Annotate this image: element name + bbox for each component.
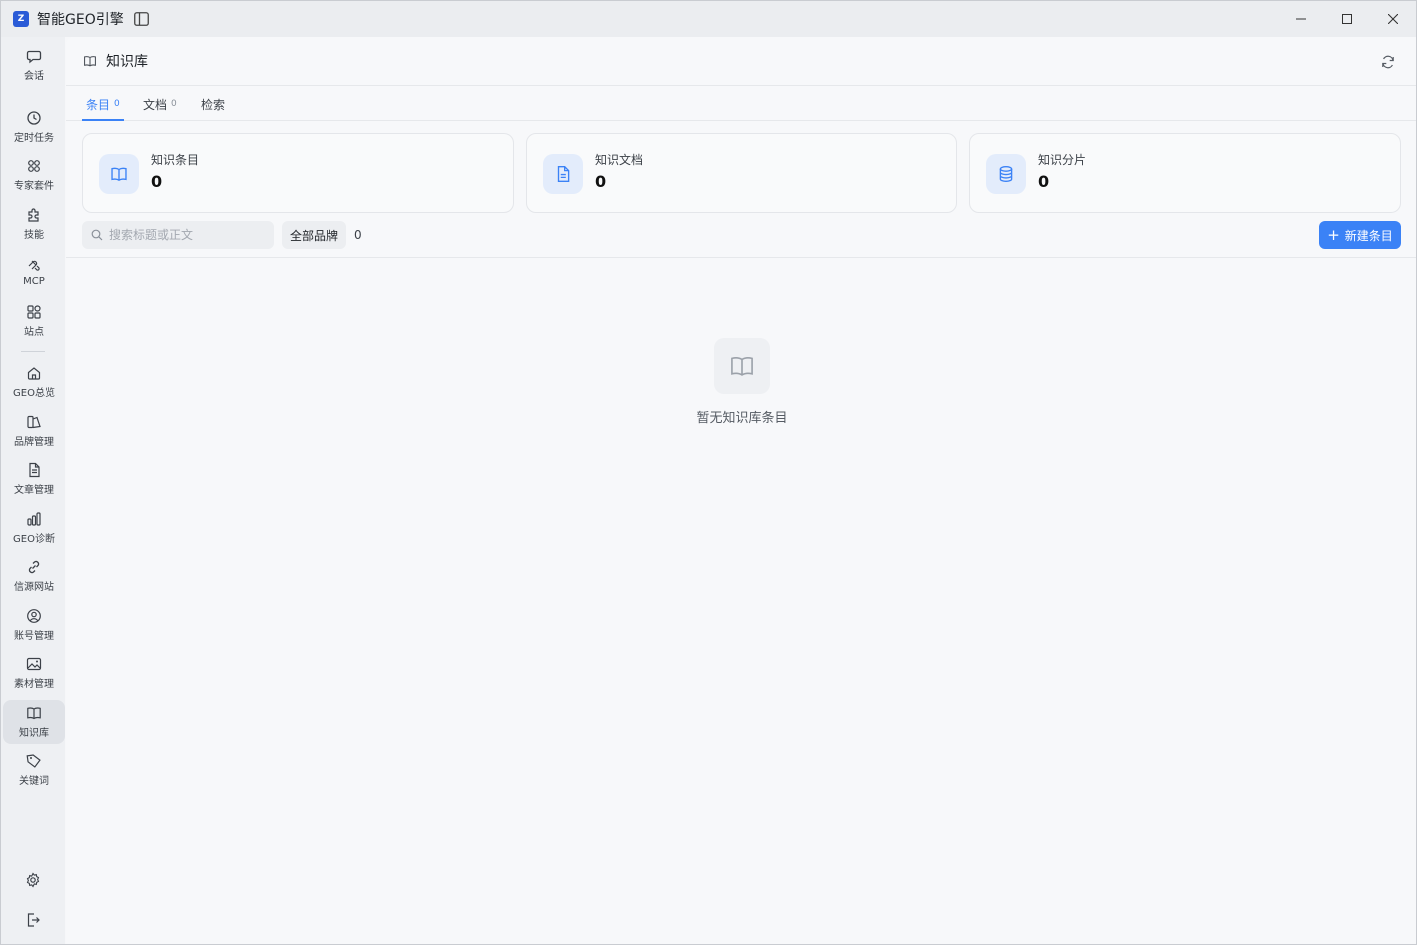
nav-item-media-management[interactable]: 素材管理 (3, 651, 65, 695)
nav-item-skills[interactable]: 技能 (3, 202, 65, 246)
new-entry-label: 新建条目 (1344, 228, 1393, 243)
nav-item-source-sites[interactable]: 信源网站 (3, 554, 65, 598)
book-icon (83, 54, 97, 68)
logout-icon (27, 913, 40, 927)
nav-item-label: 信源网站 (14, 582, 54, 593)
nav-item-account-management[interactable]: 账号管理 (3, 603, 65, 647)
empty-state-text: 暂无知识库条目 (696, 411, 788, 426)
nav-item-brand-management[interactable]: 品牌管理 (3, 409, 65, 453)
new-entry-button[interactable]: + 新建条目 (1319, 221, 1401, 249)
page-title: 知识库 (106, 54, 148, 70)
puzzle-icon (28, 208, 39, 222)
nav-item-scheduled-tasks[interactable]: 定时任务 (3, 105, 65, 149)
nav-item-chat[interactable]: 会话 (3, 43, 65, 87)
stat-label: 知识文档 (595, 153, 644, 167)
search-icon (91, 229, 103, 241)
tab-count: 0 (171, 99, 177, 109)
settings-icon (26, 872, 40, 888)
tab-label: 条目 (86, 97, 111, 112)
book-icon (27, 707, 41, 720)
title-bar: Z 智能GEO引擎 (1, 1, 1416, 37)
maximize-button[interactable] (1324, 1, 1370, 37)
document-icon (29, 462, 40, 478)
tab-bar: 条目 0 文档 0 检索 (66, 87, 1416, 121)
main-panel: 知识库 条目 0 文档 0 检索 知识条目 0 知识文档 0 知识分片 0 搜索… (66, 37, 1416, 944)
app-logo: Z (13, 11, 29, 27)
nav-item-label: 账号管理 (14, 631, 54, 642)
nav-item-mcp[interactable]: MCP (3, 250, 65, 294)
stat-card-entries: 知识条目 0 (82, 133, 514, 213)
tab-label: 文档 (143, 97, 168, 112)
link-icon (28, 560, 40, 574)
nav-item-label: GEO总览 (13, 388, 55, 399)
empty-state-book-icon (714, 338, 770, 394)
clock-icon (27, 111, 41, 125)
bar-chart-icon (27, 512, 41, 526)
brand-icon (27, 415, 41, 429)
file-text-icon (543, 154, 583, 194)
nav-divider (21, 351, 45, 352)
stat-card-chunks: 知识分片 0 (969, 133, 1401, 213)
chat-icon (26, 50, 42, 64)
nav-item-keywords[interactable]: 关键词 (3, 748, 65, 792)
tab-search[interactable]: 检索 (201, 87, 225, 121)
nav-item-label: 文章管理 (14, 485, 54, 496)
nav-item-geo-overview[interactable]: GEO总览 (3, 360, 65, 404)
mcp-icon (28, 260, 40, 271)
nav-item-label: 关键词 (19, 776, 49, 787)
nav-item-sites[interactable]: 站点 (3, 299, 65, 343)
active-tab-indicator (82, 119, 124, 121)
nav-item-label: 专家套件 (14, 181, 54, 192)
tab-label: 检索 (201, 97, 226, 112)
stat-value: 0 (1038, 172, 1050, 191)
nav-item-geo-diagnosis[interactable]: GEO诊断 (3, 506, 65, 550)
nav-item-label: 品牌管理 (14, 437, 54, 448)
apps-icon (28, 160, 40, 172)
nav-item-label: 定时任务 (14, 133, 54, 144)
brand-filter-select[interactable]: 全部品牌 (282, 221, 347, 249)
nav-item-knowledge-base[interactable]: 知识库 (3, 700, 65, 744)
stat-card-documents: 知识文档 0 (526, 133, 957, 213)
nav-item-label: 会话 (24, 71, 44, 82)
user-circle-icon (27, 609, 41, 623)
stat-value: 0 (595, 172, 607, 191)
sidebar-toggle-icon[interactable] (134, 11, 150, 27)
nav-item-label: MCP (23, 276, 45, 287)
nav-item-label: 站点 (24, 327, 44, 338)
minimize-button[interactable] (1278, 1, 1324, 37)
tab-entries[interactable]: 条目 0 (86, 87, 120, 121)
tag-icon (26, 754, 41, 768)
result-count: 0 (354, 228, 362, 242)
nav-item-expert-suite[interactable]: 专家套件 (3, 153, 65, 197)
nav-rail: 会话 定时任务 专家套件 技能 MCP 站点 GEO总览 品牌管理 文章管理 G… (1, 37, 65, 944)
database-icon (986, 154, 1026, 194)
app-title: 智能GEO引擎 (37, 12, 124, 28)
stat-label: 知识条目 (151, 153, 200, 167)
divider (66, 257, 1416, 258)
stat-value: 0 (151, 172, 163, 191)
image-icon (26, 657, 42, 671)
search-box (82, 221, 274, 249)
tab-documents[interactable]: 文档 0 (143, 87, 177, 121)
app-window: Z 智能GEO引擎 会话 定时任务 专家套件 技能 MCP 站点 GEO总览 品… (0, 0, 1417, 945)
nav-item-label: 知识库 (19, 728, 49, 739)
close-button[interactable] (1370, 1, 1416, 37)
nav-item-label: 素材管理 (14, 679, 54, 690)
stat-label: 知识分片 (1038, 153, 1087, 167)
nav-item-label: 技能 (24, 230, 44, 241)
plus-icon: + (1327, 225, 1340, 244)
settings-button[interactable] (3, 866, 63, 894)
nav-item-label: GEO诊断 (13, 534, 55, 545)
refresh-icon[interactable] (1380, 54, 1396, 70)
logout-button[interactable] (3, 906, 63, 934)
nav-item-article-management[interactable]: 文章管理 (3, 457, 65, 501)
book-icon (99, 154, 139, 194)
page-header: 知识库 (66, 37, 1416, 86)
tab-count: 0 (114, 99, 120, 109)
home-icon (27, 367, 41, 380)
search-input[interactable] (109, 228, 269, 242)
grid-icon (27, 305, 41, 319)
